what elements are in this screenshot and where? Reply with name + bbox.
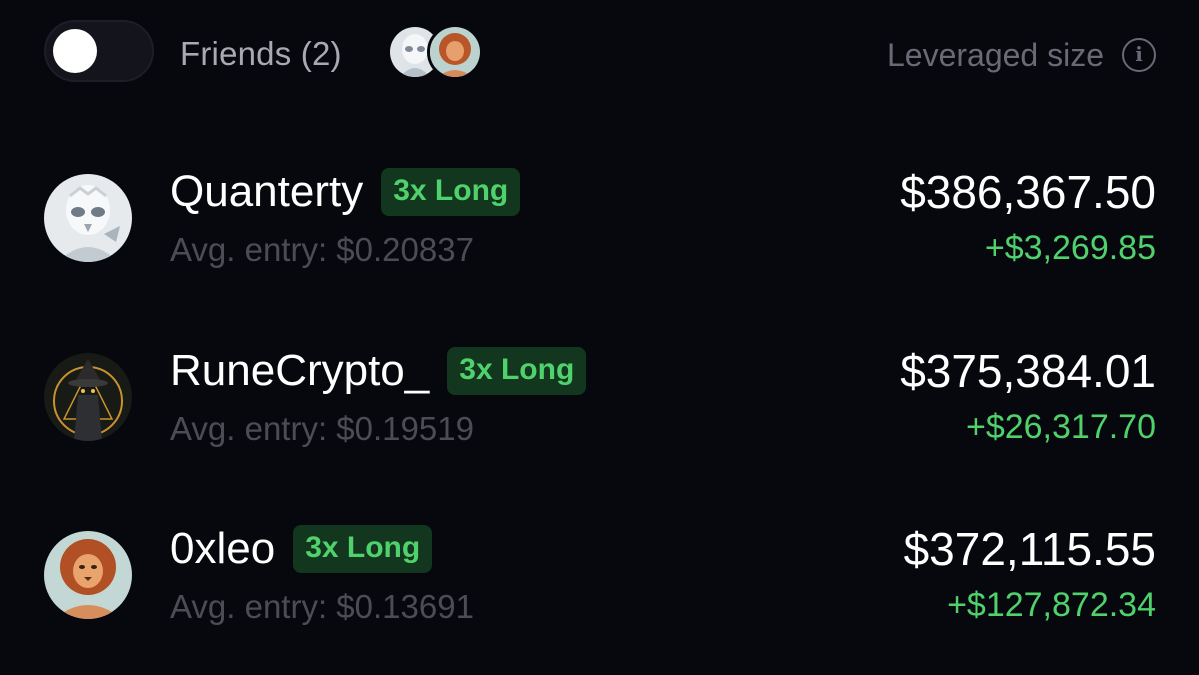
leveraged-size: $372,115.55 (903, 523, 1156, 575)
avg-entry: Avg. entry: $0.13691 (170, 588, 474, 625)
header: Friends (2) Leveraged size i (44, 20, 1156, 86)
info-icon[interactable]: i (1122, 38, 1156, 72)
trader-name[interactable]: Quanterty 3x Long (170, 167, 521, 217)
pnl-value: +$3,269.85 (984, 229, 1156, 267)
pnl-value: +$26,317.70 (965, 408, 1156, 446)
leveraged-size: $375,384.01 (900, 345, 1156, 397)
avg-entry: Avg. entry: $0.19519 (170, 410, 474, 447)
avatar-wizard (44, 353, 132, 441)
avg-entry: Avg. entry: $0.20837 (170, 231, 474, 268)
list-item[interactable]: Quanterty 3x Long Avg. entry: $0.20837 $… (44, 165, 1156, 295)
avatar-lion (44, 531, 132, 619)
friends-label: Friends (2) (180, 35, 342, 72)
trader-name-text: RuneCrypto_ (170, 346, 430, 395)
position-badge: 3x Long (447, 347, 587, 395)
toggle-knob (53, 29, 97, 73)
friend-avatars[interactable] (387, 24, 497, 82)
trader-name[interactable]: 0xleo 3x Long (170, 524, 433, 574)
pnl-value: +$127,872.34 (947, 586, 1156, 624)
trader-name-text: Quanterty (170, 167, 364, 216)
avatar-robot (44, 174, 132, 262)
list-item[interactable]: 0xleo 3x Long Avg. entry: $0.13691 $372,… (44, 522, 1156, 652)
position-badge: 3x Long (293, 525, 433, 573)
friend-avatar-lion (427, 24, 483, 80)
position-badge: 3x Long (381, 168, 521, 216)
list-item[interactable]: RuneCrypto_ 3x Long Avg. entry: $0.19519… (44, 344, 1156, 474)
trader-name-text: 0xleo (170, 524, 276, 573)
leveraged-size: $386,367.50 (900, 166, 1156, 218)
leveraged-size-label: Leveraged size (886, 37, 1104, 73)
trader-name[interactable]: RuneCrypto_ 3x Long (170, 346, 587, 396)
friends-toggle[interactable] (44, 20, 154, 82)
